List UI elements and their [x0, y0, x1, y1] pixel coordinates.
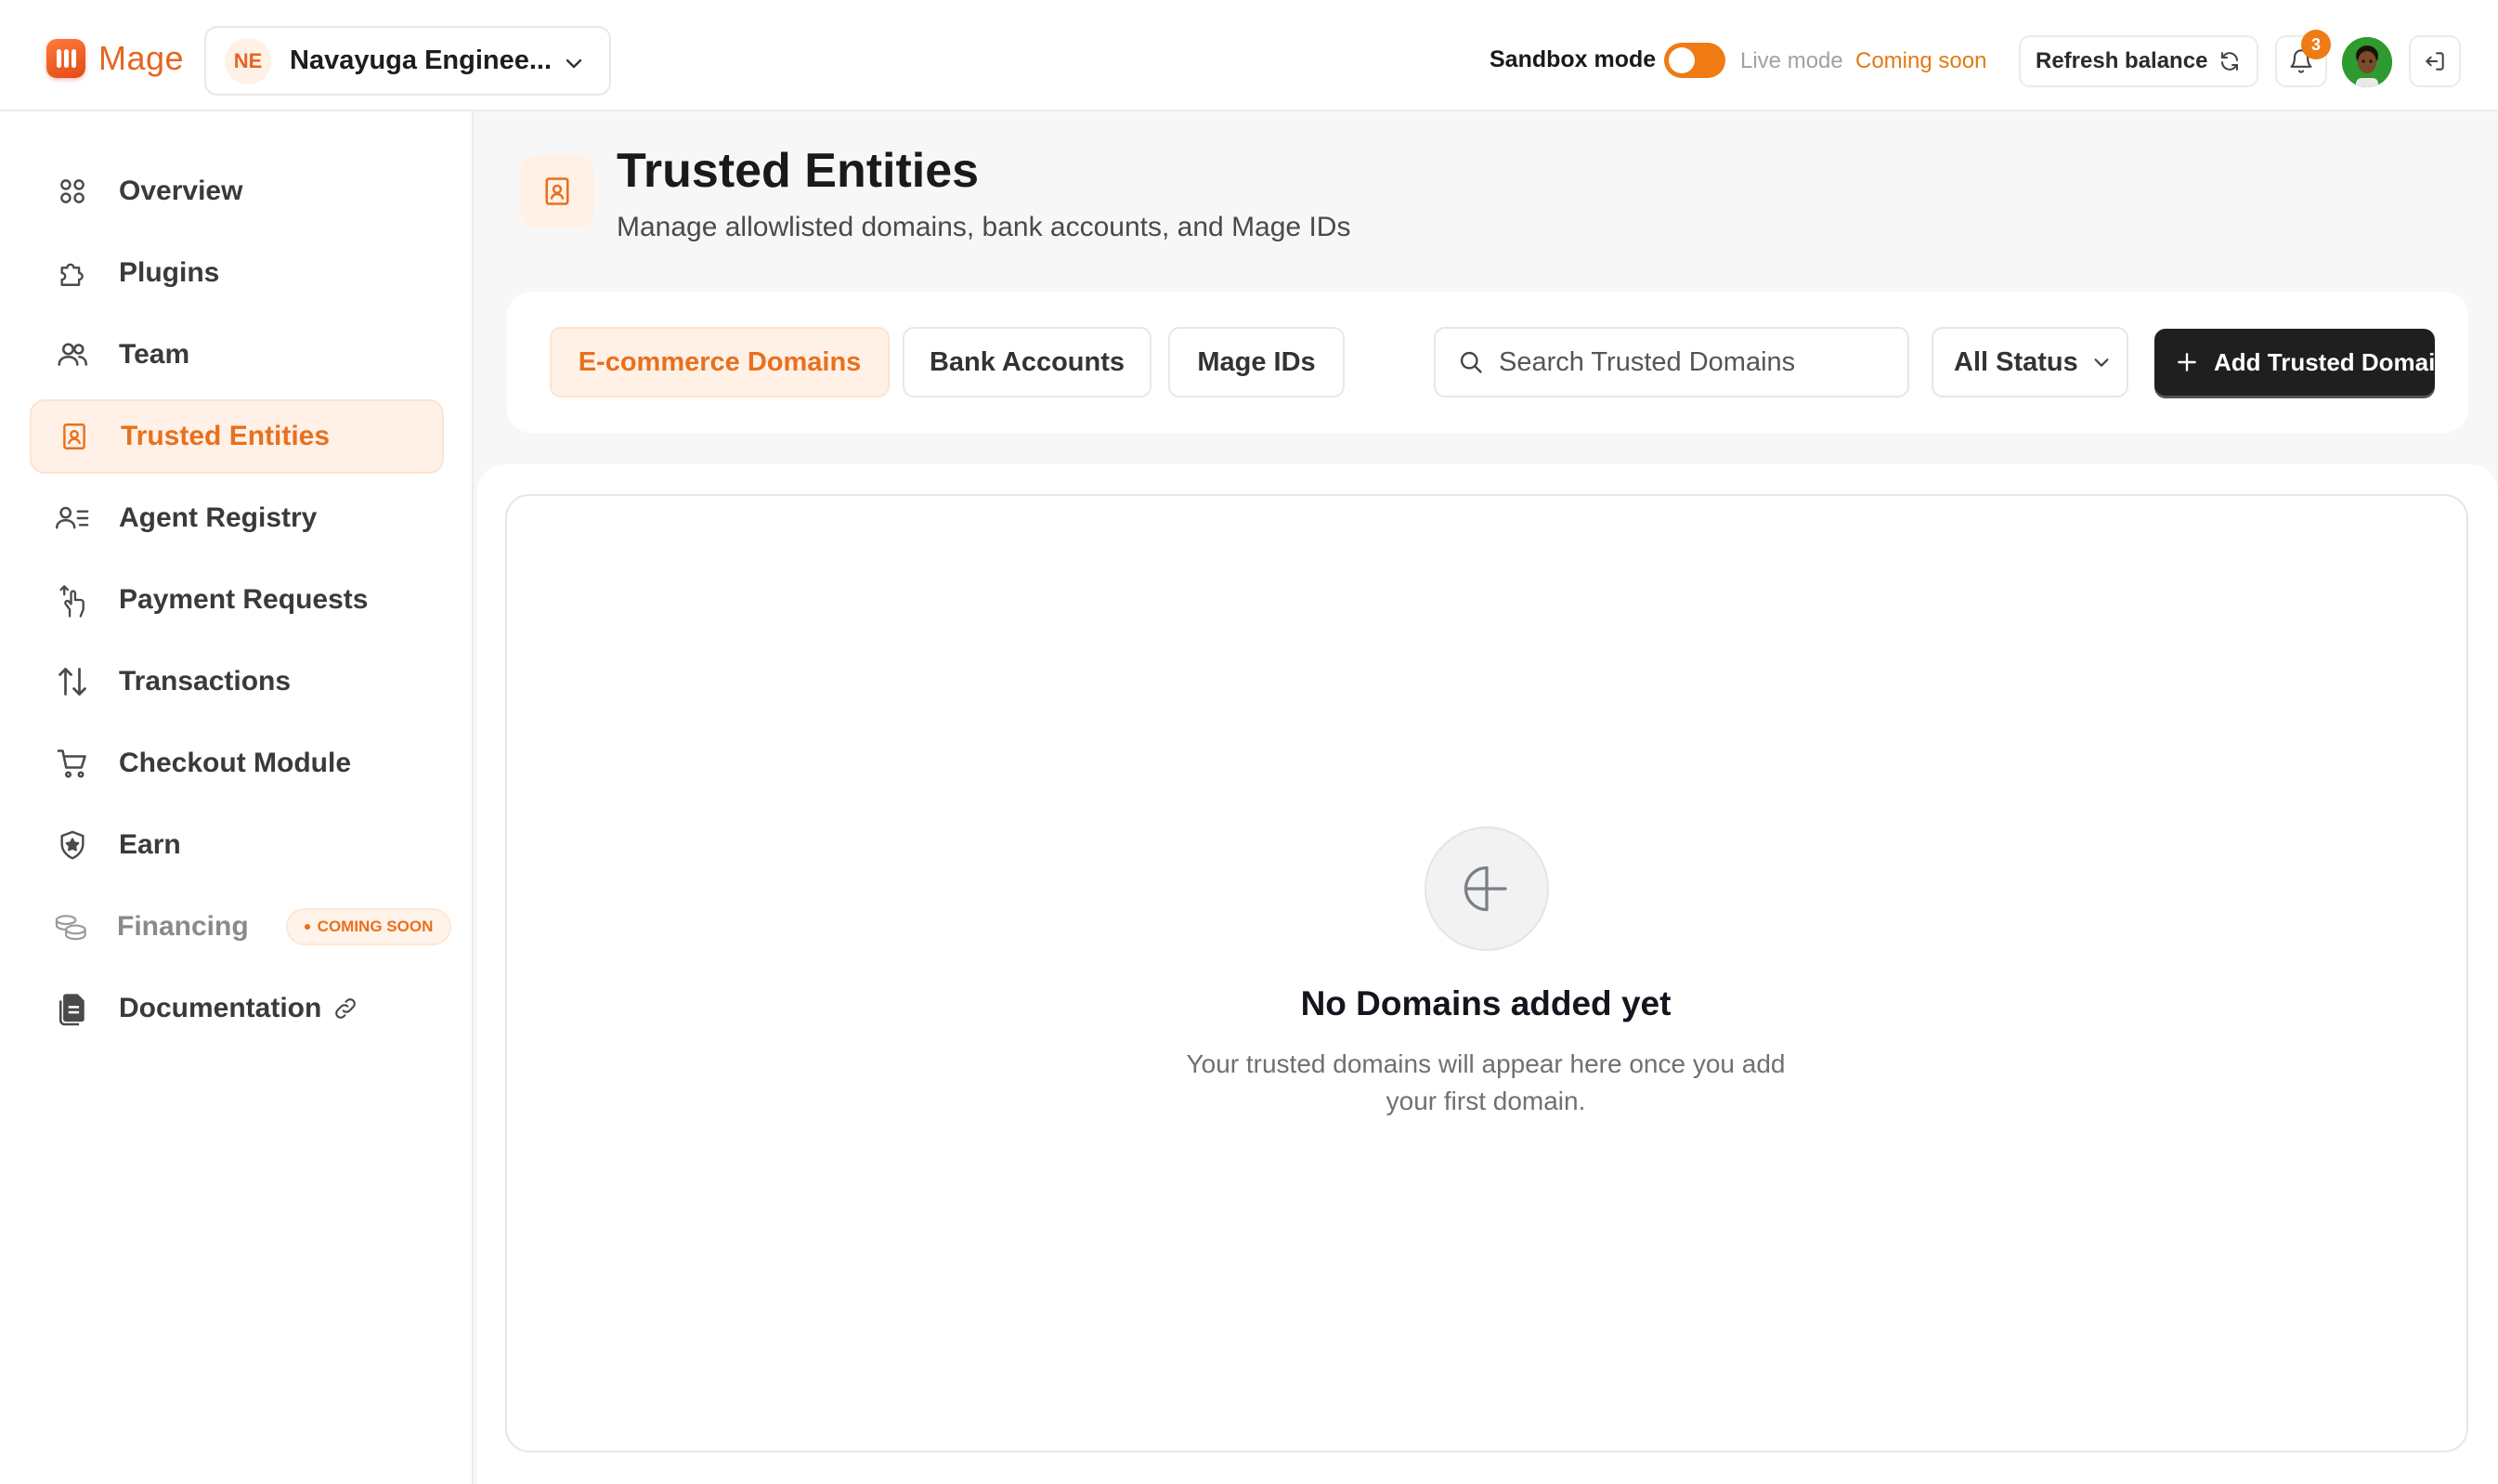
contact-card-icon — [56, 418, 93, 455]
refresh-balance-button[interactable]: Refresh balance — [2019, 35, 2258, 87]
cart-icon — [54, 745, 91, 782]
sidebar-item-label: Payment Requests — [119, 584, 369, 615]
search-box — [1434, 327, 1909, 397]
sidebar-item-agent-registry[interactable]: Agent Registry — [30, 481, 444, 555]
refresh-balance-label: Refresh balance — [2036, 48, 2208, 73]
toggle-knob — [1669, 47, 1695, 73]
add-trusted-domain-label: Add Trusted Domain — [2214, 347, 2451, 376]
empty-state-description: Your trusted domains will appear here on… — [1186, 1049, 1786, 1115]
users-icon — [54, 336, 91, 373]
sidebar-item-plugins[interactable]: Plugins — [30, 236, 444, 310]
brand-name: Mage — [98, 39, 185, 77]
add-domain-icon — [1459, 861, 1515, 917]
chevron-down-icon — [2091, 352, 2112, 372]
refresh-icon — [2218, 50, 2241, 72]
logout-icon — [2423, 49, 2447, 73]
shield-star-icon — [54, 827, 91, 864]
brand-logo[interactable]: Mage — [46, 39, 184, 78]
org-name: Navayuga Enginee... — [290, 46, 553, 75]
org-initials-badge: NE — [225, 37, 271, 85]
sidebar-item-trusted-entities[interactable]: Trusted Entities — [30, 399, 444, 474]
sidebar: Overview Plugins Team Trusted Entities A… — [0, 111, 474, 1484]
empty-state-title: No Domains added yet — [1300, 984, 1672, 1022]
sidebar-item-label: Plugins — [119, 257, 220, 288]
sidebar-item-transactions[interactable]: Transactions — [30, 644, 444, 719]
link-icon — [332, 996, 358, 1022]
page-header-icon — [520, 154, 594, 228]
sidebar-item-label: Financing — [117, 911, 249, 942]
status-filter-value: All Status — [1954, 346, 2078, 377]
tab-bank-accounts[interactable]: Bank Accounts — [903, 327, 1151, 397]
sidebar-item-label: Team — [119, 339, 190, 370]
sandbox-mode-toggle[interactable] — [1664, 43, 1725, 78]
coins-icon — [54, 908, 89, 945]
sidebar-item-documentation[interactable]: Documentation — [30, 971, 444, 1046]
notification-count-badge: 3 — [2301, 30, 2331, 59]
tab-ecommerce-domains[interactable]: E-commerce Domains — [550, 327, 890, 397]
sidebar-item-label: Checkout Module — [119, 748, 352, 778]
mage-logo-icon — [46, 39, 85, 78]
sidebar-item-label: Transactions — [119, 666, 292, 696]
sandbox-mode-label: Sandbox mode — [1490, 46, 1657, 72]
contact-card-icon — [540, 175, 574, 208]
add-trusted-domain-button[interactable]: Add Trusted Domain — [2154, 329, 2450, 396]
sidebar-item-label: Documentation — [119, 993, 322, 1023]
sidebar-item-checkout-module[interactable]: Checkout Module — [30, 726, 444, 801]
top-bar: Mage NE Navayuga Enginee... Sandbox mode… — [0, 0, 2498, 111]
tab-mage-ids[interactable]: Mage IDs — [1168, 327, 1345, 397]
organization-selector[interactable]: NE Navayuga Enginee... — [204, 26, 611, 96]
puzzle-icon — [54, 254, 91, 292]
sidebar-item-label: Overview — [119, 176, 243, 206]
search-icon — [1458, 349, 1484, 375]
coming-soon-badge: COMING SOON — [285, 908, 452, 945]
chevron-down-icon — [563, 52, 585, 74]
page-title: Trusted Entities — [617, 144, 980, 198]
sidebar-item-label: Agent Registry — [119, 502, 318, 533]
empty-state-card — [505, 494, 2468, 1452]
sidebar-item-earn[interactable]: Earn — [30, 808, 444, 882]
filter-toolbar: E-commerce Domains Bank Accounts Mage ID… — [507, 292, 2468, 433]
sidebar-item-overview[interactable]: Overview — [30, 154, 444, 228]
status-filter-dropdown[interactable]: All Status — [1932, 327, 2128, 397]
logout-button[interactable] — [2409, 35, 2461, 87]
coming-soon-label: Coming soon — [1855, 48, 1987, 73]
hand-request-icon — [54, 581, 91, 618]
coming-soon-badge-text: COMING SOON — [317, 918, 434, 935]
empty-state-icon — [1425, 827, 1549, 951]
grid-icon — [54, 173, 91, 210]
sidebar-item-label: Earn — [119, 829, 181, 860]
document-icon — [54, 990, 91, 1027]
sidebar-item-team[interactable]: Team — [30, 318, 444, 392]
live-mode-label: Live mode — [1740, 48, 1843, 73]
sidebar-item-payment-requests[interactable]: Payment Requests — [30, 563, 444, 637]
page-subtitle: Manage allowlisted domains, bank account… — [617, 212, 1351, 242]
arrows-up-down-icon — [54, 663, 91, 700]
search-input[interactable] — [1499, 346, 1885, 378]
user-list-icon — [54, 500, 91, 537]
plus-icon — [2175, 350, 2199, 374]
avatar[interactable] — [2342, 37, 2392, 87]
sidebar-item-financing[interactable]: Financing COMING SOON — [30, 890, 452, 964]
sidebar-item-label: Trusted Entities — [121, 421, 331, 451]
